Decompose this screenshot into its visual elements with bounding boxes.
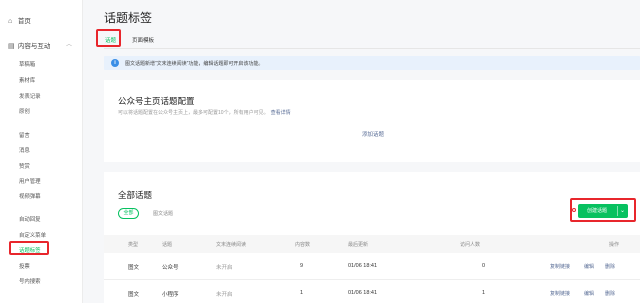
filter-all[interactable]: 全部 [118, 208, 139, 219]
sidebar-item-vote[interactable]: 投票 [19, 262, 30, 270]
cell-visitors: 1 [482, 290, 486, 296]
chevron-down-icon[interactable]: ⌄ [620, 204, 625, 218]
sidebar: ⌂ 首页 ▤ 内容与互动 ︿ 草稿箱 素材库 发表记录 原创 留言 消息 赞赏 … [0, 0, 83, 303]
sidebar-item-users[interactable]: 用户管理 [19, 177, 41, 185]
main-content: 话题标签 话题 页面模板 i 图文话题新增“文末连续阅读”功能，编辑话题即可开启… [84, 0, 640, 303]
create-topic-label: 创建话题 [587, 208, 608, 214]
column-header: 最后更新 [348, 242, 369, 248]
sidebar-item-materials[interactable]: 素材库 [19, 76, 35, 84]
home-icon: ⌂ [8, 18, 13, 25]
button-divider [617, 206, 618, 216]
cell-type: 图文 [128, 265, 140, 271]
column-header: 话题 [162, 242, 173, 248]
column-header: 操作 [609, 242, 620, 248]
column-header: 访问人数 [460, 242, 481, 248]
cell-count: 1 [300, 290, 304, 296]
column-header: 类型 [128, 242, 139, 248]
sidebar-item-original[interactable]: 原创 [19, 107, 30, 115]
copy-link-button[interactable]: 复制链接 [550, 290, 570, 297]
config-description: 可以将话题配置在公众号主页上，最多可配置10个，所有用户可见。 查看详情 [118, 109, 291, 116]
info-icon: i [111, 59, 119, 67]
cell-count: 9 [300, 263, 304, 269]
edit-button[interactable]: 编辑 [584, 290, 594, 297]
delete-button[interactable]: 删除 [605, 290, 615, 297]
sidebar-item-search[interactable]: 号内搜索 [19, 277, 41, 285]
column-header: 文末连续阅读 [216, 242, 247, 248]
sidebar-item-messages[interactable]: 消息 [19, 146, 30, 154]
page-title: 话题标签 [104, 11, 153, 25]
cell-reading-status: 未开启 [216, 292, 233, 298]
sidebar-item-comments[interactable]: 留言 [19, 131, 30, 139]
notice-text: 图文话题新增“文末连续阅读”功能，编辑话题即可开启该功能。 [125, 61, 264, 67]
config-title: 公众号主页话题配置 [118, 96, 195, 106]
sidebar-item-home[interactable]: ⌂ 首页 [8, 15, 31, 25]
sidebar-item-custom-menu[interactable]: 自定义菜单 [19, 231, 46, 239]
sidebar-item-auto-reply[interactable]: 自动回复 [19, 215, 41, 223]
all-topics-title: 全部话题 [118, 190, 153, 200]
sidebar-item-appreciation[interactable]: 赞赏 [19, 162, 30, 170]
config-description-text: 可以将话题配置在公众号主页上，最多可配置10个，所有用户可见。 [118, 110, 269, 116]
notice-bar: i 图文话题新增“文末连续阅读”功能，编辑话题即可开启该功能。 [104, 56, 640, 70]
homepage-topic-config-card: 公众号主页话题配置 可以将话题配置在公众号主页上，最多可配置10个，所有用户可见… [104, 80, 640, 162]
highlight-box [9, 241, 49, 255]
sidebar-item-video-danmaku[interactable]: 视频弹幕 [19, 192, 41, 200]
tab-page-templates[interactable]: 页面模板 [132, 36, 154, 44]
copy-link-button[interactable]: 复制链接 [550, 263, 570, 270]
edit-button[interactable]: 编辑 [584, 263, 594, 270]
table-row: 图文 公众号 未开启 9 01/06 18:41 0 复制链接 编辑 删除 [104, 253, 640, 280]
sidebar-section-label: 内容与互动 [17, 43, 51, 50]
table-header: 类型 话题 文末连续阅读 内容数 最后更新 访问人数 操作 [104, 235, 640, 253]
cell-topic[interactable]: 小程序 [162, 290, 179, 298]
cell-visitors: 0 [482, 263, 486, 269]
highlight-box [96, 29, 121, 47]
sidebar-item-label: 首页 [17, 18, 31, 25]
add-topic-link[interactable]: 添加话题 [362, 130, 384, 138]
all-topics-card: 全部话题 全部 图文话题 创建话题 ⌄ 类型 话题 文末连续阅读 内容数 最后更… [104, 172, 640, 303]
cell-reading-status: 未开启 [216, 265, 233, 271]
table-row: 图文 小程序 未开启 1 01/06 18:41 1 复制链接 编辑 删除 [104, 280, 640, 303]
document-icon: ▤ [8, 43, 15, 50]
cell-updated: 01/06 18:41 [348, 290, 378, 296]
column-header: 内容数 [295, 242, 311, 248]
cell-type: 图文 [128, 292, 140, 298]
create-topic-button[interactable]: 创建话题 ⌄ [578, 204, 628, 218]
delete-button[interactable]: 删除 [605, 263, 615, 270]
sidebar-section-content[interactable]: ▤ 内容与互动 [8, 40, 50, 50]
chevron-up-icon[interactable]: ︿ [66, 39, 72, 48]
sidebar-item-published[interactable]: 发表记录 [19, 92, 41, 100]
divider [104, 48, 640, 49]
cell-topic[interactable]: 公众号 [162, 263, 179, 271]
sidebar-item-drafts[interactable]: 草稿箱 [19, 60, 35, 68]
highlight-marker [572, 208, 576, 212]
view-details-link[interactable]: 查看详情 [271, 110, 291, 116]
cell-updated: 01/06 18:41 [348, 263, 378, 269]
filter-article-topics[interactable]: 图文话题 [153, 210, 173, 217]
